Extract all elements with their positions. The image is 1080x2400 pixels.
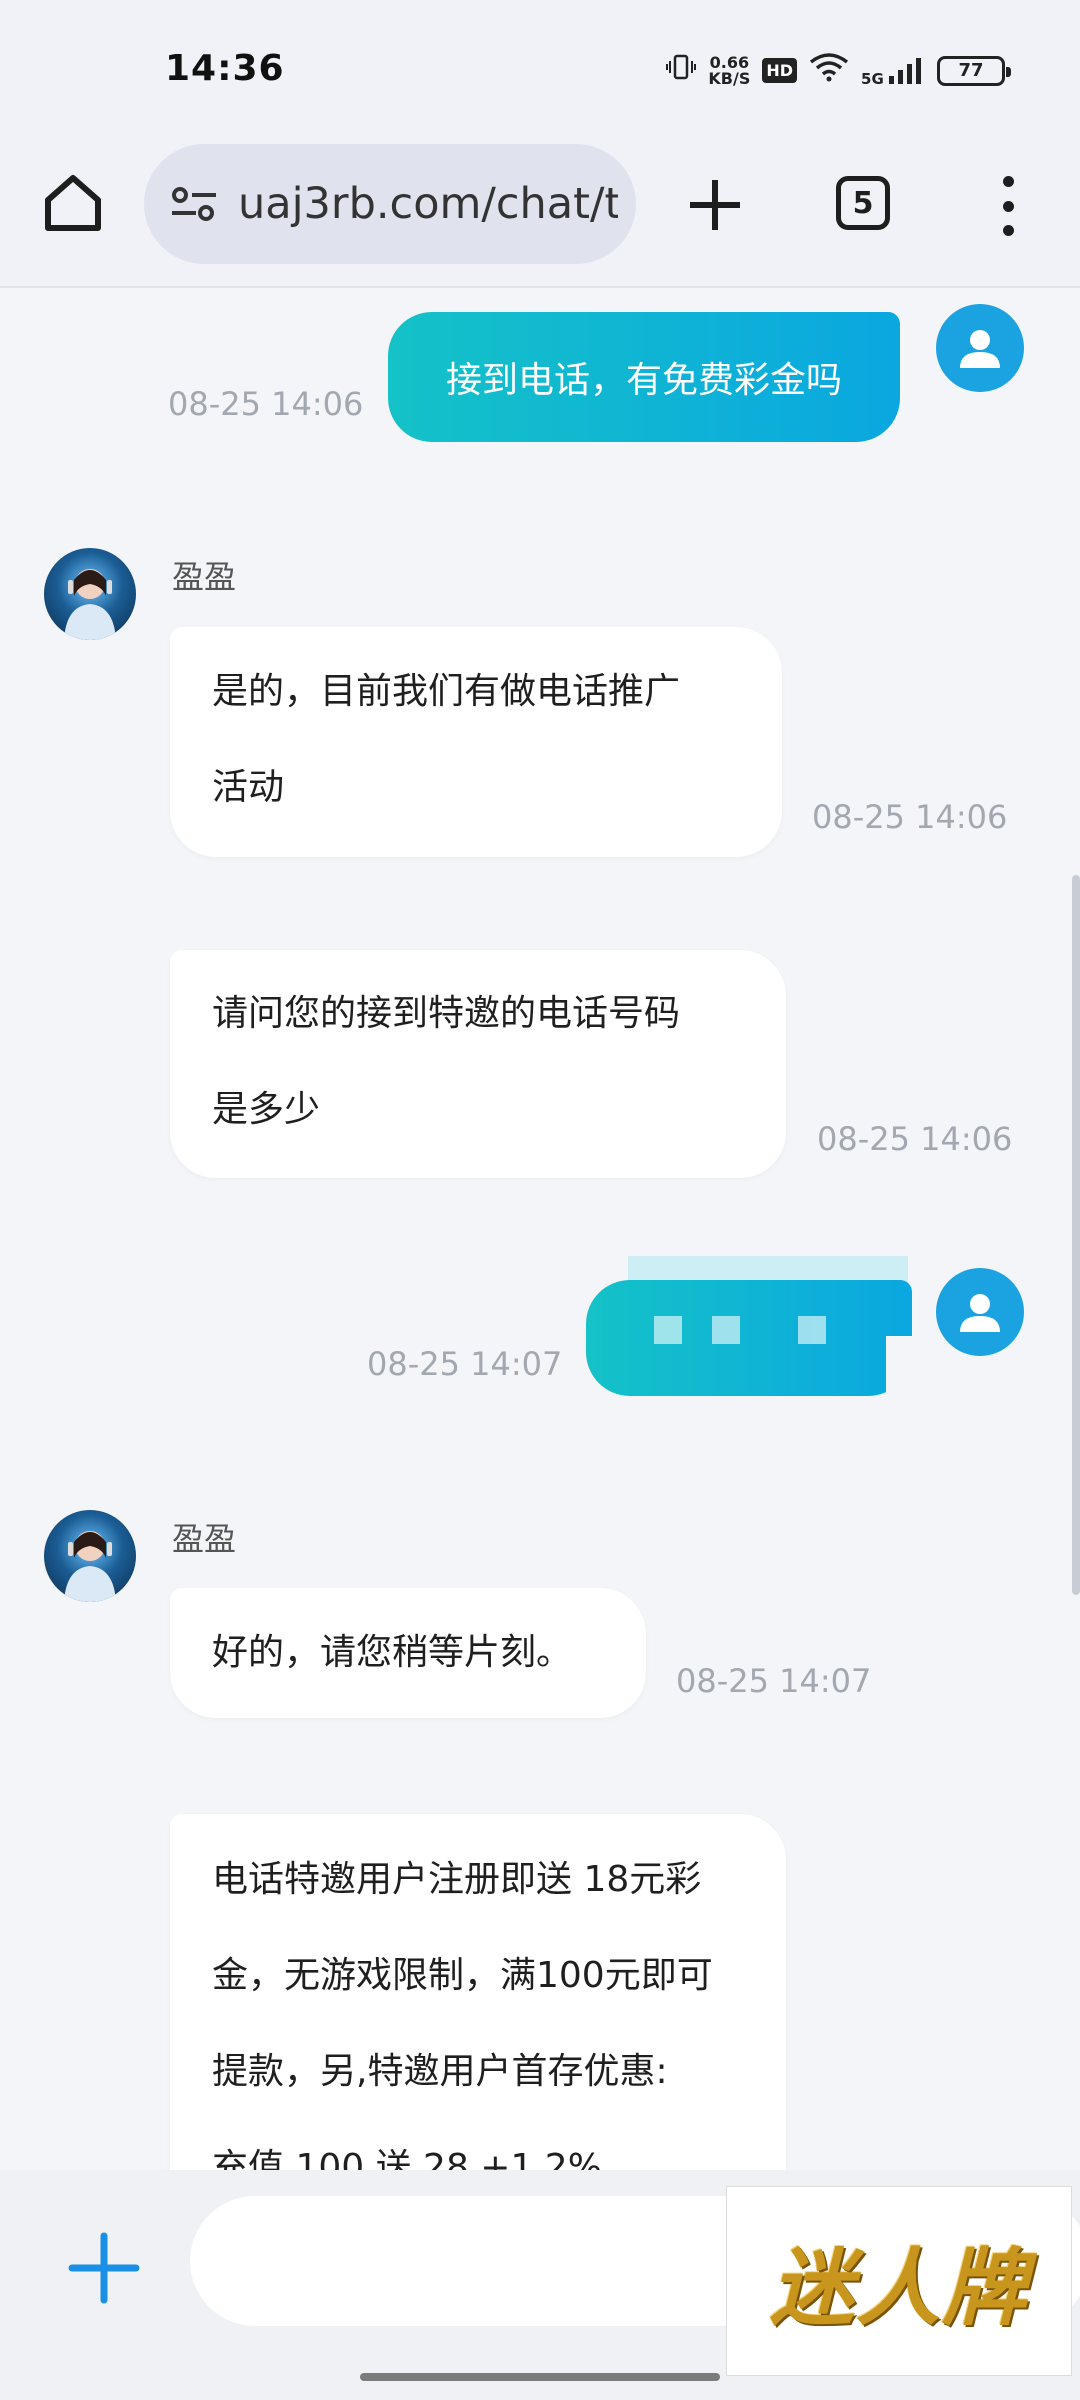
message-time: 08-25 14:07 bbox=[367, 1345, 563, 1383]
battery-level: 77 bbox=[958, 60, 984, 81]
status-icons: 0.66 KB/S HD 5G 77 bbox=[666, 52, 1011, 89]
incoming-message-bubble[interactable]: 是的，目前我们有做电话推广 活动 bbox=[170, 627, 782, 857]
message-time: 08-25 14:07 bbox=[676, 1662, 872, 1700]
plus-icon bbox=[68, 2232, 140, 2304]
agent-avatar bbox=[44, 1510, 136, 1602]
more-dot bbox=[1002, 176, 1014, 187]
redaction-pixel bbox=[798, 1316, 826, 1344]
wifi-icon bbox=[809, 52, 849, 89]
address-bar[interactable]: uaj3rb.com/chat/t bbox=[144, 144, 636, 264]
redaction-block bbox=[586, 1280, 912, 1396]
outgoing-message-bubble[interactable]: 接到电话，有免费彩金吗 bbox=[388, 312, 900, 442]
incoming-message-bubble[interactable]: 电话特邀用户注册即送 18元彩 金，无游戏限制，满100元即可 提款，另,特邀用… bbox=[170, 1814, 786, 2170]
attach-button[interactable] bbox=[66, 2230, 142, 2306]
incoming-message-bubble[interactable]: 请问您的接到特邀的电话号码 是多少 bbox=[170, 950, 786, 1178]
status-time: 14:36 bbox=[165, 48, 285, 89]
more-dot bbox=[1002, 225, 1014, 236]
more-menu-button[interactable] bbox=[990, 176, 1026, 236]
message-time: 08-25 14:06 bbox=[812, 798, 1008, 836]
tune-icon bbox=[172, 187, 216, 221]
agent-avatar bbox=[44, 548, 136, 640]
plus-icon bbox=[690, 180, 740, 230]
watermark-logo: 迷人牌 bbox=[726, 2186, 1072, 2376]
home-icon bbox=[45, 175, 101, 231]
message-line: 金，无游戏限制，满100元即可 bbox=[212, 1955, 713, 1996]
user-avatar bbox=[936, 1268, 1024, 1356]
sender-name: 盈盈 bbox=[172, 558, 237, 596]
message-line: 是多少 bbox=[212, 1089, 321, 1130]
message-line: 活动 bbox=[212, 767, 285, 808]
watermark-text: 迷人牌 bbox=[769, 2237, 1028, 2337]
chat-messages[interactable]: 08-25 14:06 接到电话，有免费彩金吗 盈盈 是的，目前我们有做电话推广… bbox=[0, 290, 1080, 2170]
tab-switcher-button[interactable]: 5 bbox=[836, 176, 890, 230]
message-line: 是的，目前我们有做电话推广 bbox=[212, 671, 681, 712]
signal-icon bbox=[889, 57, 921, 84]
network-type: 5G bbox=[861, 69, 884, 88]
redaction-pixel bbox=[712, 1316, 740, 1344]
agent-avatar-image bbox=[64, 569, 116, 640]
new-tab-button[interactable] bbox=[680, 170, 750, 240]
message-line: 请问您的接到特邀的电话号码 bbox=[212, 993, 681, 1034]
message-time: 08-25 14:06 bbox=[817, 1120, 1013, 1158]
signal-indicator: 5G bbox=[861, 56, 925, 86]
vibrate-icon bbox=[666, 52, 697, 89]
more-dot bbox=[1002, 200, 1014, 212]
redaction-block bbox=[886, 1336, 916, 1396]
message-time: 08-25 14:06 bbox=[168, 385, 364, 423]
agent-avatar-image bbox=[64, 1531, 116, 1602]
incoming-message-bubble[interactable]: 好的，请您稍等片刻。 bbox=[170, 1588, 646, 1718]
browser-toolbar: uaj3rb.com/chat/t 5 bbox=[0, 140, 1080, 288]
home-button[interactable] bbox=[38, 168, 108, 238]
battery-icon: 77 bbox=[937, 55, 1011, 86]
redaction-pixel bbox=[654, 1316, 682, 1344]
chat-scrollbar[interactable] bbox=[1072, 875, 1080, 1595]
message-text: 接到电话，有免费彩金吗 bbox=[445, 360, 842, 401]
redacted-message-bubble[interactable] bbox=[586, 1256, 916, 1396]
status-bar: 14:36 0.66 KB/S HD 5G 77 bbox=[0, 0, 1080, 140]
person-icon bbox=[960, 330, 1000, 368]
site-settings-button[interactable] bbox=[166, 176, 222, 232]
hd-badge: HD bbox=[762, 58, 798, 83]
net-speed-unit: KB/S bbox=[708, 68, 751, 88]
person-icon bbox=[960, 1294, 1000, 1332]
user-avatar bbox=[936, 304, 1024, 392]
gesture-bar[interactable] bbox=[360, 2373, 720, 2381]
network-speed: 0.66 KB/S bbox=[708, 54, 751, 88]
message-line: 好的，请您稍等片刻。 bbox=[212, 1632, 573, 1673]
message-line: 充值 100 送 28 +1.2% bbox=[212, 2147, 602, 2170]
message-line: 电话特邀用户注册即送 18元彩 bbox=[212, 1859, 702, 1900]
url-text[interactable]: uaj3rb.com/chat/t bbox=[238, 179, 618, 229]
sender-name: 盈盈 bbox=[172, 1520, 237, 1558]
message-line: 提款，另,特邀用户首存优惠: bbox=[212, 2051, 668, 2092]
